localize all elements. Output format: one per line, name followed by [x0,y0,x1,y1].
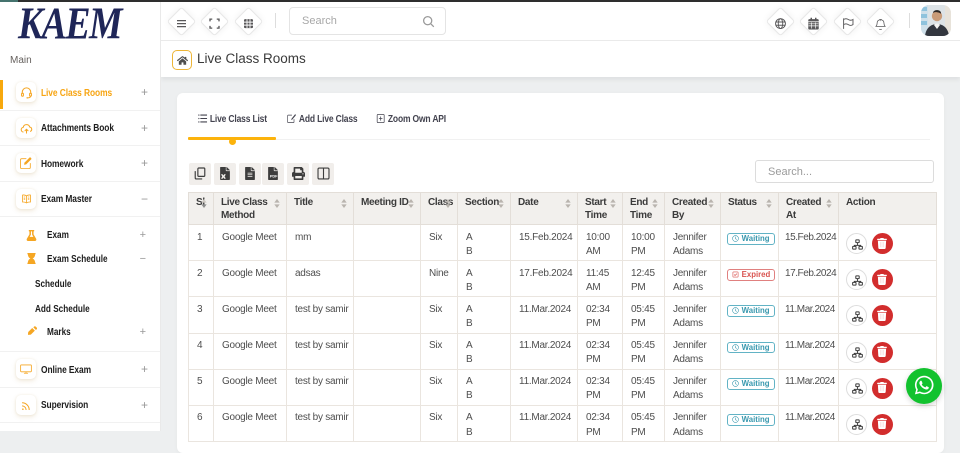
svg-text:PDF: PDF [269,174,277,178]
